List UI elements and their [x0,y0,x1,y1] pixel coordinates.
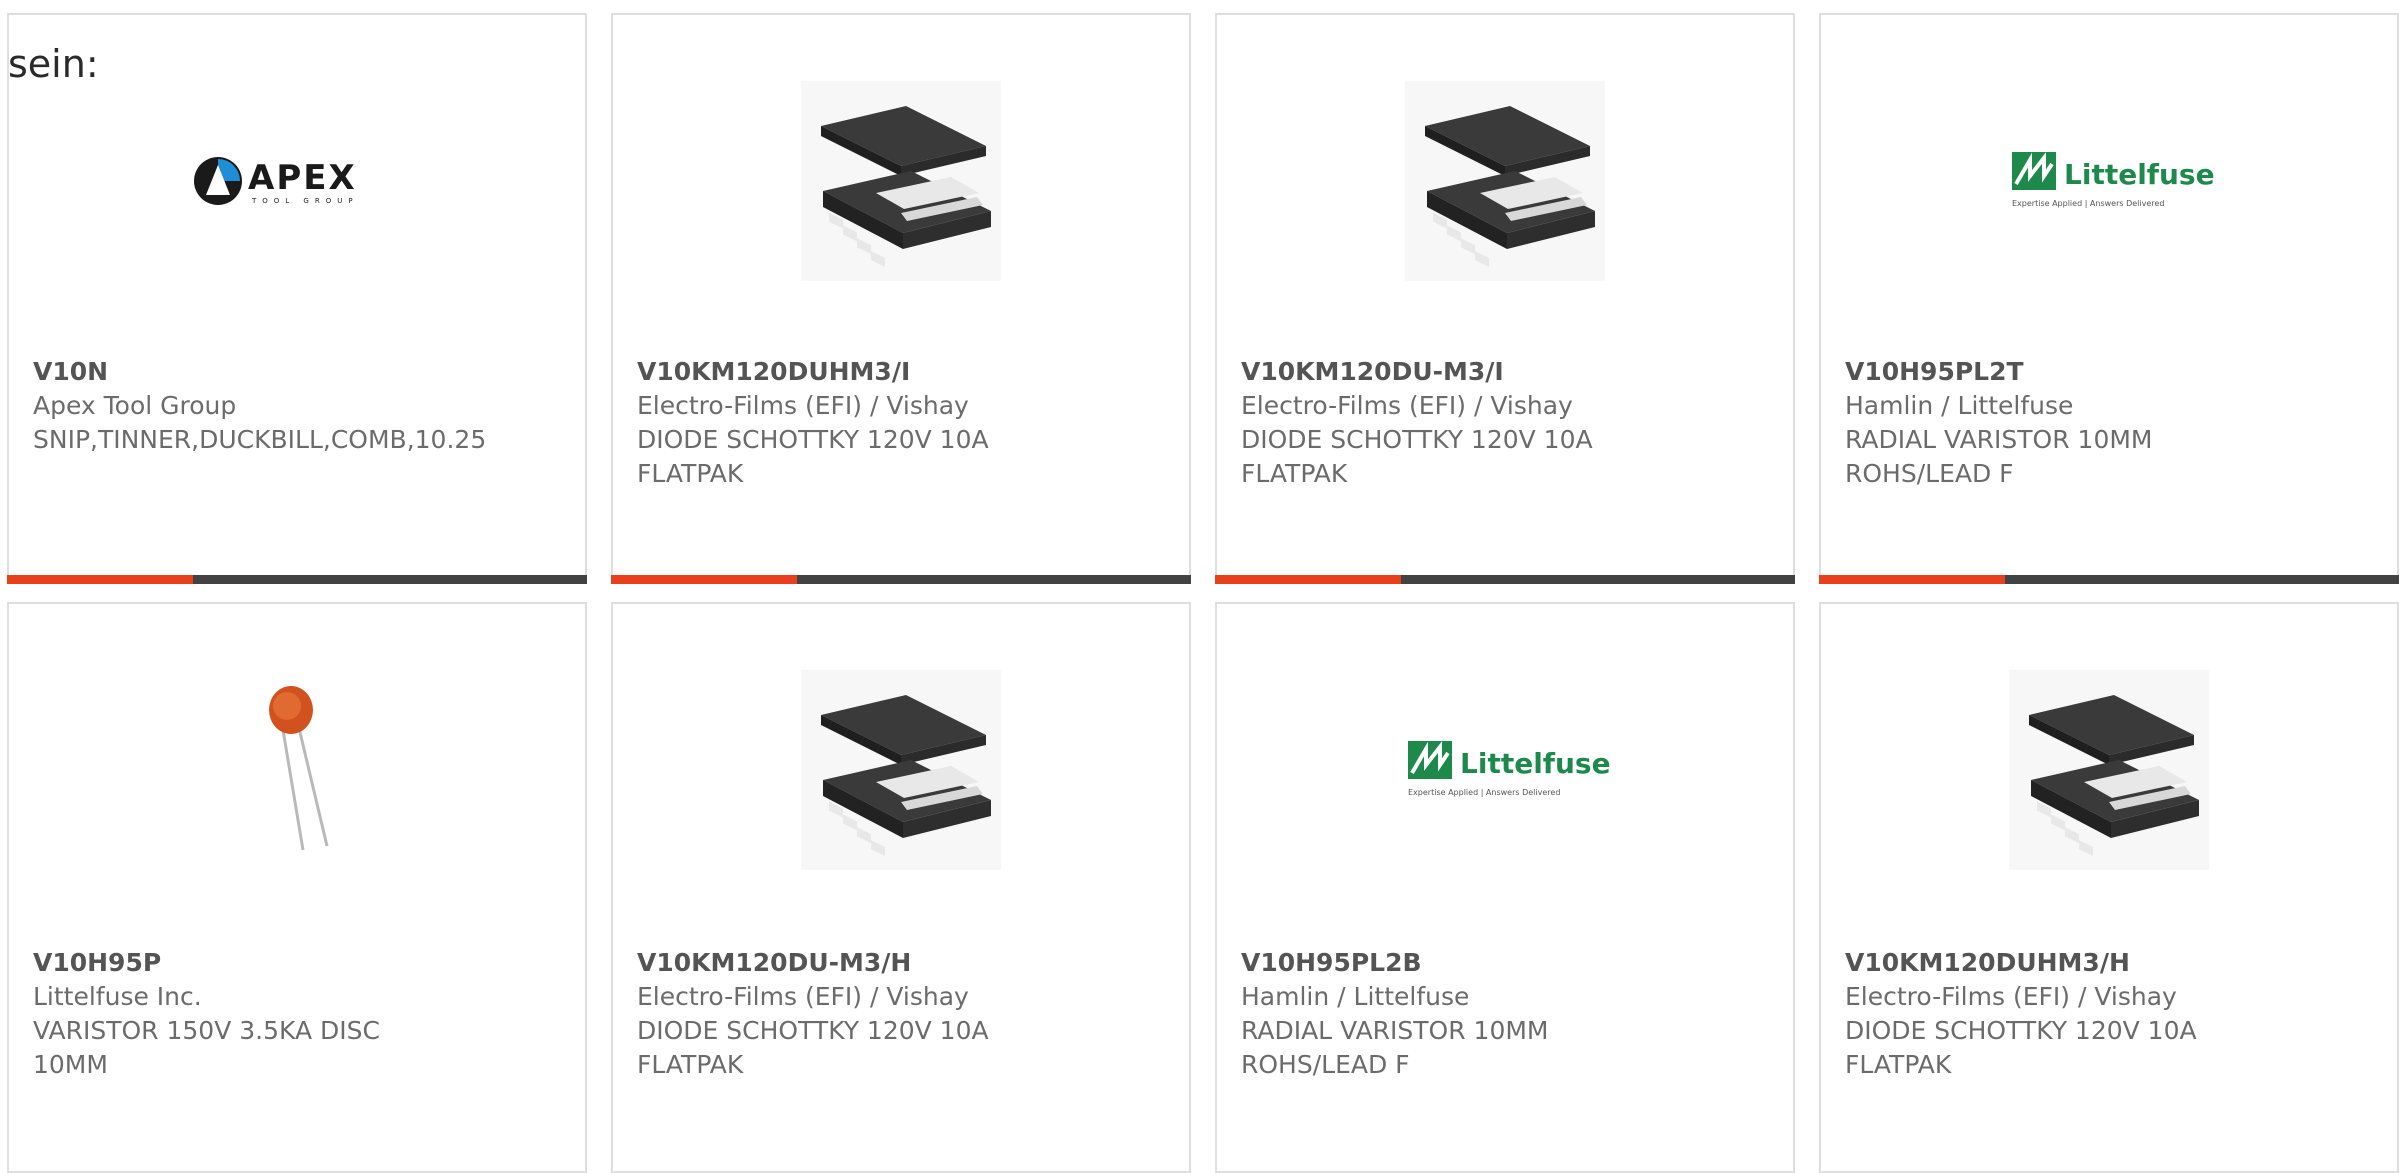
product-image [613,81,1189,281]
logo-wordmark: Littelfuse [1460,747,1610,780]
card-active-bar [611,575,1191,584]
card-accent-bar [1819,575,2005,584]
part-number[interactable]: V10H95PL2B [1241,946,1773,980]
product-card[interactable]: V10KM120DUHM3/I Electro-Films (EFI) / Vi… [611,13,1191,584]
product-description: RADIAL VARISTOR 10MM ROHS/LEAD F [1241,1016,1549,1079]
product-description: DIODE SCHOTTKY 120V 10A FLATPAK [1845,1016,2197,1079]
manufacturer-name: Hamlin / Littelfuse [1241,982,1470,1011]
part-number[interactable]: V10KM120DU-M3/H [637,946,1169,980]
card-active-bar [7,575,587,584]
flatpak-chip-image [1405,81,1605,281]
manufacturer-name: Electro-Films (EFI) / Vishay [1241,391,1573,420]
product-description: DIODE SCHOTTKY 120V 10A FLATPAK [1241,425,1593,488]
manufacturer-name: Apex Tool Group [33,391,237,420]
product-image [9,670,585,870]
card-accent-bar [1215,575,1401,584]
product-description: DIODE SCHOTTKY 120V 10A FLATPAK [637,425,989,488]
product-description: SNIP,TINNER,DUCKBILL,COMB,10.25 [33,425,487,454]
manufacturer-name: Electro-Films (EFI) / Vishay [637,982,969,1011]
manufacturer-name: Hamlin / Littelfuse [1845,391,2074,420]
part-number[interactable]: V10KM120DUHM3/I [637,355,1169,389]
product-card[interactable]: Littelfuse Expertise Applied | Answers D… [1215,602,1795,1173]
manufacturer-name: Electro-Films (EFI) / Vishay [1845,982,2177,1011]
product-card[interactable]: V10KM120DU-M3/I Electro-Films (EFI) / Vi… [1215,13,1795,584]
part-number[interactable]: V10KM120DUHM3/H [1845,946,2377,980]
flatpak-chip-image [801,81,1001,281]
svg-text:APEX: APEX [248,158,357,198]
card-accent-bar [7,575,193,584]
product-image [1821,670,2397,870]
svg-text:Expertise Applied | Answers De: Expertise Applied | Answers Delivered [2012,199,2164,208]
flatpak-chip-image [2009,670,2209,870]
product-image: APEX TOOL GROUP [9,81,585,281]
product-description: RADIAL VARISTOR 10MM ROHS/LEAD F [1845,425,2153,488]
flatpak-chip-image [801,670,1001,870]
apex-tool-group-logo: APEX TOOL GROUP [194,157,359,205]
manufacturer-name: Electro-Films (EFI) / Vishay [637,391,969,420]
disc-varistor-image [269,686,329,851]
product-image [613,670,1189,870]
part-number[interactable]: V10H95PL2T [1845,355,2377,389]
littelfuse-logo: Littelfuse Expertise Applied | Answers D… [1408,741,1610,797]
card-active-bar [1215,575,1795,584]
card-accent-bar [611,575,797,584]
intro-text: sein: [8,42,99,86]
product-description: VARISTOR 150V 3.5KA DISC 10MM [33,1016,380,1079]
product-card[interactable]: V10KM120DU-M3/H Electro-Films (EFI) / Vi… [611,602,1191,1173]
product-image [1217,81,1793,281]
part-number[interactable]: V10H95P [33,946,565,980]
product-image: Littelfuse Expertise Applied | Answers D… [1217,670,1793,870]
littelfuse-logo: Littelfuse Expertise Applied | Answers D… [2012,152,2214,208]
part-number[interactable]: V10KM120DU-M3/I [1241,355,1773,389]
product-card[interactable]: V10H95P Littelfuse Inc. VARISTOR 150V 3.… [7,602,587,1173]
product-card[interactable]: Littelfuse Expertise Applied | Answers D… [1819,13,2399,584]
product-image: Littelfuse Expertise Applied | Answers D… [1821,81,2397,281]
part-number[interactable]: V10N [33,355,565,389]
card-active-bar [1819,575,2399,584]
logo-wordmark: Littelfuse [2064,158,2214,191]
product-card[interactable]: V10KM120DUHM3/H Electro-Films (EFI) / Vi… [1819,602,2399,1173]
manufacturer-name: Littelfuse Inc. [33,982,202,1011]
svg-text:Expertise Applied | Answers De: Expertise Applied | Answers Delivered [1408,788,1560,797]
product-grid: APEX TOOL GROUP V10N Apex Tool Group SNI… [7,13,2399,1173]
product-card[interactable]: APEX TOOL GROUP V10N Apex Tool Group SNI… [7,13,587,584]
product-description: DIODE SCHOTTKY 120V 10A FLATPAK [637,1016,989,1079]
svg-text:TOOL GROUP: TOOL GROUP [251,197,359,205]
